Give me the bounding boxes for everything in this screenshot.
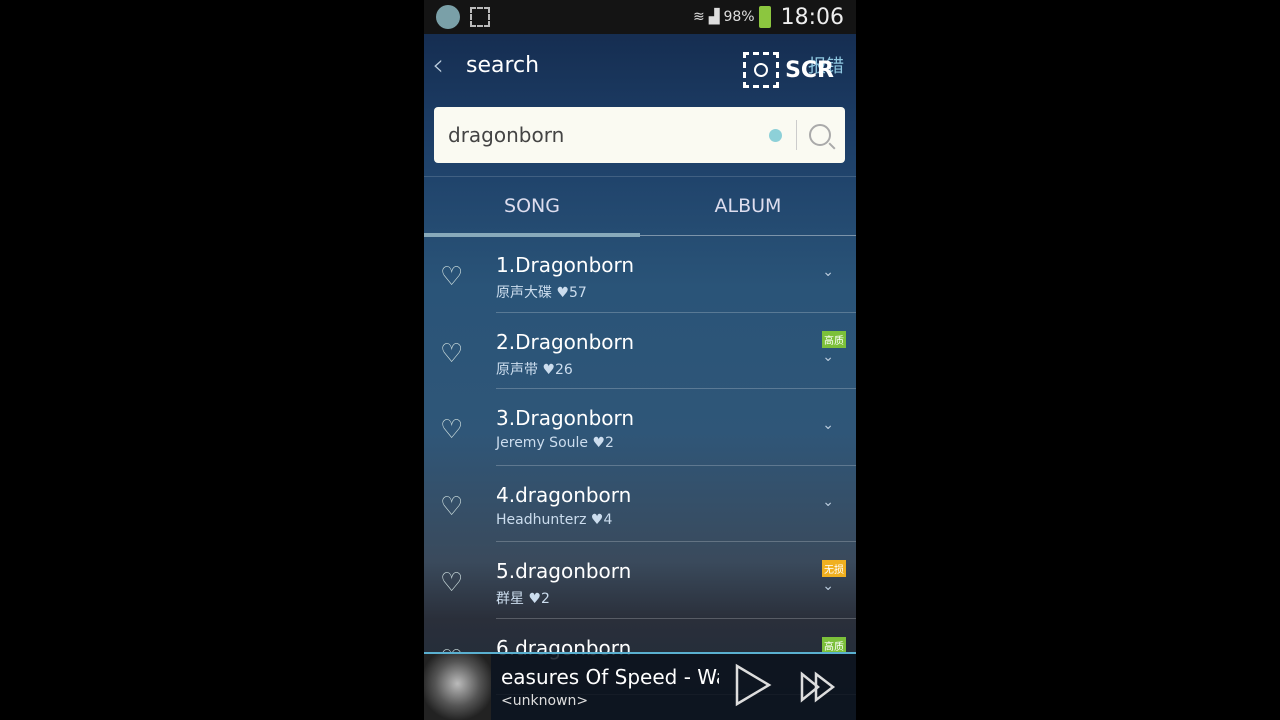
search-input[interactable] [448,123,769,147]
fast-forward-icon[interactable] [799,670,837,704]
chevron-down-icon[interactable]: ⌄ [822,494,834,510]
clear-icon[interactable] [769,128,782,142]
song-subtitle: 群星 ♥2 [496,588,550,608]
screenshot-icon [470,7,490,27]
song-artist: 原声大碟 [496,285,552,301]
back-icon[interactable]: ‹ [432,48,466,83]
like-count: 57 [569,285,587,301]
search-bar [434,107,845,163]
app-notification-icon [436,5,460,29]
quality-badge: 高质 [822,636,846,654]
tab-album[interactable]: ALBUM [640,177,856,235]
scr-label: SCR [785,57,834,83]
chevron-down-icon[interactable]: ⌄ [822,264,834,280]
page-title: search [466,52,540,78]
song-artist: Headhunterz [496,511,587,528]
likes-heart-icon: ♥ [528,591,542,607]
song-title: 2.Dragonborn [496,329,635,354]
quality-badge: 无损 [822,560,846,577]
chevron-down-icon[interactable]: ⌄ [822,578,834,594]
favorite-heart-icon[interactable]: ♡ [440,415,463,445]
song-row[interactable]: ♡ 2.Dragonborn 原声带 ♥26 ⌄ 高质 [440,313,856,389]
like-count: 4 [603,511,613,528]
song-title: 1.Dragonborn [496,253,635,277]
play-icon[interactable] [733,663,773,711]
now-playing-title: easures Of Speed - Wa [501,665,719,689]
album-art [424,654,491,720]
now-playing-artist: <unknown> [501,693,589,709]
tab-bar: SONG ALBUM [424,176,856,237]
song-artist: 原声带 [496,361,538,378]
song-artist: Jeremy Soule [496,435,589,451]
battery-percent: 98% [723,9,755,25]
song-artist: 群星 [496,591,524,607]
song-subtitle: Jeremy Soule ♥2 [496,435,614,451]
song-title: 4.dragonborn [496,482,632,507]
song-subtitle: 原声带 ♥26 [496,359,573,379]
song-row[interactable]: ♡ 3.Dragonborn Jeremy Soule ♥2 ⌄ [440,389,856,466]
clock: 18:06 [780,4,844,30]
search-icon[interactable] [809,124,831,146]
chevron-down-icon[interactable]: ⌄ [822,417,834,433]
favorite-heart-icon[interactable]: ♡ [440,262,463,292]
likes-heart-icon: ♥ [542,361,556,378]
likes-heart-icon: ♥ [556,285,570,301]
mini-player[interactable]: easures Of Speed - Wa <unknown> [424,652,856,720]
camera-frame-icon [743,52,780,88]
likes-heart-icon: ♥ [592,435,606,451]
song-list: ♡ 1.Dragonborn 原声大碟 ♥57 ⌄ ♡ 2.Dragonborn 原声带… [424,236,856,695]
status-bar: ≋ ▟ 98% 18:06 [424,0,856,34]
like-count: 2 [541,591,550,607]
chevron-down-icon[interactable]: ⌄ [822,349,834,365]
song-subtitle: Headhunterz ♥4 [496,512,612,528]
divider [796,120,797,150]
quality-badge: 高质 [822,330,846,348]
like-count: 2 [605,435,614,451]
phone-screen: ≋ ▟ 98% 18:06 ‹ search 报错 SCR SONG ALBUM… [424,0,856,720]
screen-recorder-overlay[interactable]: SCR [743,52,834,88]
header: ‹ search 报错 SCR [424,34,856,96]
favorite-heart-icon[interactable]: ♡ [440,492,463,522]
wifi-icon: ≋ [692,9,705,25]
song-title: 5.dragonborn [496,559,632,583]
likes-heart-icon: ♥ [590,511,604,528]
song-title: 3.Dragonborn [496,406,635,430]
favorite-heart-icon[interactable]: ♡ [440,339,463,369]
song-row[interactable]: ♡ 4.dragonborn Headhunterz ♥4 ⌄ [440,466,856,542]
song-subtitle: 原声大碟 ♥57 [496,282,587,302]
like-count: 26 [555,361,573,378]
song-row[interactable]: ♡ 5.dragonborn 群星 ♥2 ⌄ 无损 [440,542,856,619]
battery-charging-icon [758,6,771,28]
favorite-heart-icon[interactable]: ♡ [440,568,463,598]
song-row[interactable]: ♡ 1.Dragonborn 原声大碟 ♥57 ⌄ [440,236,856,313]
tab-song[interactable]: SONG [424,177,640,237]
signal-icon: ▟ [708,9,720,25]
